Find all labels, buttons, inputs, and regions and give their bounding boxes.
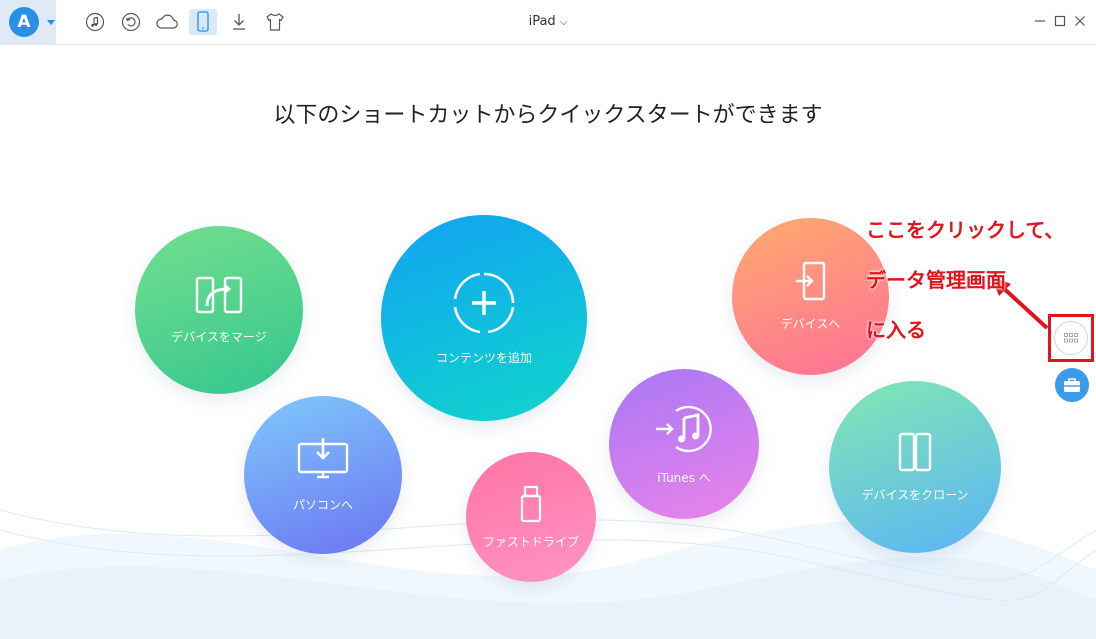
toolbox-icon [1064,378,1080,392]
chevron-down-icon: ⌵ [559,17,568,28]
device-selector[interactable]: iPad ⌵ [529,14,568,29]
tshirt-icon[interactable] [261,9,289,35]
minimize-button[interactable] [1031,12,1049,30]
clone-device-icon [897,432,933,472]
to-itunes-button[interactable]: iTunes へ [609,369,759,519]
computer-download-icon [297,437,349,482]
itunes-icon [654,403,714,455]
close-button[interactable] [1071,12,1089,30]
fast-drive-label: ファストドライブ [482,534,579,549]
add-content-button[interactable]: コンテンツを追加 [381,215,587,421]
download-icon[interactable] [225,9,253,35]
to-pc-button[interactable]: パソコンへ [244,396,402,554]
annotation-line-3: に入る [866,318,926,342]
merge-devices-icon [195,276,243,314]
cloud-icon[interactable] [153,9,181,35]
app-menu[interactable]: A [0,0,56,44]
app-menu-caret-icon[interactable] [47,20,55,25]
maximize-button[interactable] [1051,12,1069,30]
page-title: 以下のショートカットからクイックスタートができます [273,103,823,128]
device-name: iPad [528,14,556,29]
phone-device-icon[interactable] [189,9,217,35]
device-import-icon [794,261,828,301]
clone-device-label: デバイスをクローン [861,487,969,502]
to-itunes-label: iTunes へ [657,470,711,485]
app-logo-letter: A [17,12,31,32]
merge-devices-label: デバイスをマージ [171,329,267,344]
annotation-text: ここをクリックして、 データ管理画面 に入る [866,193,1064,368]
usb-drive-icon [519,485,543,523]
merge-devices-button[interactable]: デバイスをマージ [135,226,303,394]
annotation-line-2: データ管理画面 [866,268,1006,292]
add-icon [452,271,516,335]
title-bar: A iPad ⌵ [0,0,1096,45]
app-logo-icon[interactable]: A [9,7,39,37]
clone-device-button[interactable]: デバイスをクローン [829,381,1001,553]
history-icon[interactable] [117,9,145,35]
music-note-icon[interactable] [81,9,109,35]
add-content-label: コンテンツを追加 [435,350,532,365]
to-pc-label: パソコンへ [292,497,353,512]
toolkit-button[interactable] [1055,368,1089,402]
annotation-line-1: ここをクリックして、 [866,218,1065,242]
to-device-label: デバイスへ [780,317,841,331]
fast-drive-button[interactable]: ファストドライブ [466,452,596,582]
